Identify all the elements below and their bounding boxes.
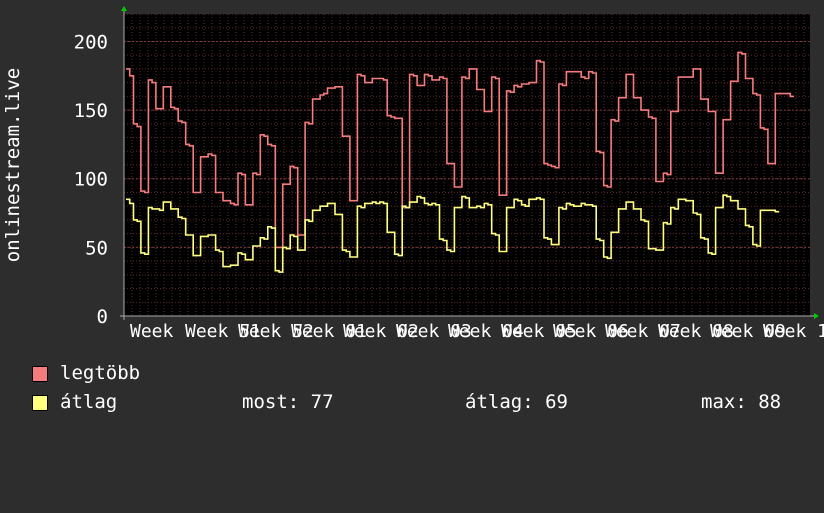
legend-max-label: legtöbb <box>60 362 141 384</box>
y-axis-arrow-icon <box>121 6 127 11</box>
x-tick-labels: Week Week 51Week 52Week 01Week 02Week 03W… <box>130 321 824 342</box>
stat-now: most: 77 <box>242 391 334 413</box>
chart-svg: 0 50 100 150 200 Week Week 51Week 52Week 01We… <box>2 6 824 342</box>
legend-avg-label: átlag <box>60 391 118 413</box>
stat-avg: átlag: 69 <box>465 391 568 413</box>
x-axis-arrow-icon <box>814 313 819 319</box>
y-tick-label: 50 <box>85 237 108 259</box>
y-tick-labels: 0 50 100 150 200 <box>74 31 108 328</box>
legend-max: legtöbb <box>32 363 140 383</box>
legend-max-swatch <box>32 366 48 382</box>
stat-max: max: 88 <box>701 391 782 413</box>
x-tick-label: Week 10 <box>763 321 824 342</box>
y-tick-label: 200 <box>74 31 108 53</box>
legend-avg-swatch <box>32 395 48 411</box>
y-tick-label: 150 <box>74 100 108 122</box>
legend-avg: átlag most: 77 átlag: 69 max: 88 <box>32 392 792 412</box>
y-axis-label: onlinestream.live <box>2 68 24 262</box>
y-tick-label: 0 <box>97 306 108 328</box>
x-tick-label: Week <box>130 321 174 342</box>
y-tick-label: 100 <box>74 169 108 191</box>
